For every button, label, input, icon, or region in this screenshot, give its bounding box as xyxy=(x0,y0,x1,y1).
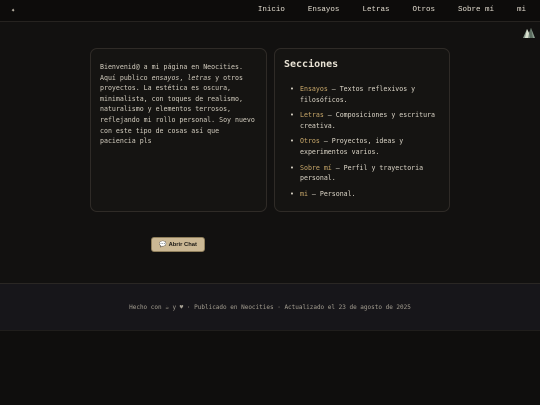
footer: Hecho con ☕ y ♥ · Publicado en Neocities… xyxy=(0,283,540,331)
intro-card: Bienvenid@ a mi página en Neocities. Aqu… xyxy=(90,48,267,212)
sections-card: Secciones Ensayos — Textos reflexivos y … xyxy=(274,48,450,212)
crystal-icon xyxy=(523,28,535,38)
open-chat-label: Abrir Chat xyxy=(168,241,197,248)
list-item: Letras — Composiciones y escritura creat… xyxy=(284,110,440,131)
nav-link-letras[interactable]: Letras xyxy=(362,6,389,14)
nav-link-mi[interactable]: mi xyxy=(517,6,526,14)
page-bottom xyxy=(0,331,540,405)
sections-title: Secciones xyxy=(284,59,339,70)
chat-bubble-icon: 💬 xyxy=(159,242,167,248)
logo-icon[interactable]: ✦ xyxy=(11,6,15,14)
main-nav: Inicio Ensayos Letras Otros Sobre mí mi xyxy=(258,6,526,14)
top-navbar: ✦ Inicio Ensayos Letras Otros Sobre mí m… xyxy=(0,0,540,22)
nav-link-sobre-mi[interactable]: Sobre mí xyxy=(458,6,494,14)
section-link-sobre-mi[interactable]: Sobre mí xyxy=(300,164,332,172)
section-link-mi[interactable]: mi xyxy=(300,190,308,198)
list-item: Otros — Proyectos, ideas y experimentos … xyxy=(284,136,440,157)
list-item: Ensayos — Textos reflexivos y filosófico… xyxy=(284,84,440,105)
section-link-otros[interactable]: Otros xyxy=(300,137,320,145)
footer-text: Hecho con ☕ y ♥ · Publicado en Neocities… xyxy=(129,304,411,311)
sections-list: Ensayos — Textos reflexivos y filosófico… xyxy=(284,84,440,199)
open-chat-button[interactable]: 💬 Abrir Chat xyxy=(151,237,205,252)
nav-link-inicio[interactable]: Inicio xyxy=(258,6,285,14)
nav-link-ensayos[interactable]: Ensayos xyxy=(308,6,340,14)
list-item: Sobre mí — Perfil y trayectoria personal… xyxy=(284,163,440,184)
section-link-ensayos[interactable]: Ensayos xyxy=(300,85,328,93)
nav-link-otros[interactable]: Otros xyxy=(412,6,435,14)
list-item: mi — Personal. xyxy=(284,189,440,200)
intro-text: Bienvenid@ a mi página en Neocities. Aqu… xyxy=(100,63,255,146)
section-link-letras[interactable]: Letras xyxy=(300,111,324,119)
